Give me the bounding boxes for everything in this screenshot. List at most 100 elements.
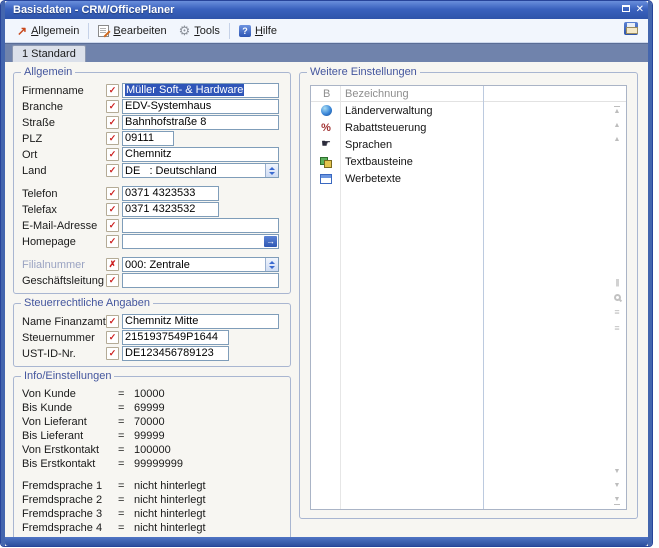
- edit-check-icon[interactable]: ✓: [106, 235, 119, 248]
- firmenname-input[interactable]: Müller Soft- & Hardware: [122, 83, 279, 98]
- field-label: UST-ID-Nr.: [22, 348, 106, 360]
- close-window-icon[interactable]: ✕: [636, 4, 644, 16]
- dropdown-spinner-icon[interactable]: [265, 258, 278, 271]
- field-plz: PLZ ✓ 09111: [22, 131, 284, 146]
- settings-list: B Bezeichnung Länderverwaltung % Rabatts…: [310, 85, 627, 510]
- edit-check-icon[interactable]: ✓: [106, 116, 119, 129]
- field-branche: Branche ✓ EDV-Systemhaus: [22, 99, 284, 114]
- column-header-bezeichnung: Bezeichnung: [345, 88, 626, 100]
- info-row: Von Kunde=10000: [22, 387, 284, 401]
- homepage-input[interactable]: www.Müller-Soft-und-Hardware.de →: [122, 234, 279, 249]
- edit-check-icon[interactable]: ✓: [106, 100, 119, 113]
- list-item-textbausteine[interactable]: Textbausteine: [311, 153, 626, 170]
- info-row: Bis Lieferant=99999: [22, 429, 284, 443]
- edit-check-icon[interactable]: ✓: [106, 203, 119, 216]
- filialnummer-select[interactable]: 000: Zentrale: [122, 257, 279, 272]
- restore-window-icon[interactable]: [622, 4, 630, 16]
- edit-check-icon[interactable]: ✓: [106, 187, 119, 200]
- edit-check-icon[interactable]: ✓: [106, 84, 119, 97]
- sort-lines-icon[interactable]: ≡: [614, 308, 619, 317]
- list-item-werbetexte[interactable]: Werbetexte: [311, 170, 626, 187]
- field-label: Name Finanzamt: [22, 316, 106, 328]
- equals-sign: =: [118, 458, 134, 470]
- ort-input[interactable]: Chemnitz: [122, 147, 279, 162]
- steuernummer-input[interactable]: 2151937549P1644: [122, 330, 229, 345]
- branche-input[interactable]: EDV-Systemhaus: [122, 99, 279, 114]
- menu-bearbeiten[interactable]: Bearbeiten: [92, 23, 172, 39]
- equals-sign: =: [118, 494, 134, 506]
- app-window: Basisdaten - CRM/OfficePlaner ✕ ↗ Allgem…: [1, 1, 652, 546]
- edit-check-icon[interactable]: ✓: [106, 219, 119, 232]
- text-blocks-icon: [320, 156, 332, 168]
- panel-info: Info/Einstellungen Von Kunde=10000 Bis K…: [13, 376, 291, 537]
- equals-sign: =: [118, 522, 134, 534]
- menu-hilfe[interactable]: ? Hilfe: [233, 23, 283, 39]
- filter-lines-icon[interactable]: ≡: [614, 324, 619, 333]
- sign-language-icon: ☛: [321, 139, 331, 150]
- plz-input[interactable]: 09111: [122, 131, 174, 146]
- save-floppy-icon: [624, 22, 638, 35]
- edit-check-icon[interactable]: ✓: [106, 347, 119, 360]
- tools-gear-icon: ⚙: [179, 24, 191, 37]
- info-row: Fremdsprache 2=nicht hinterlegt: [22, 493, 284, 507]
- window-title: Basisdaten - CRM/OfficePlaner: [13, 4, 622, 16]
- edit-check-icon[interactable]: ✓: [106, 132, 119, 145]
- strasse-input[interactable]: Bahnhofstraße 8: [122, 115, 279, 130]
- field-telefon: Telefon ✓ 0371 4323533: [22, 186, 284, 201]
- field-label: Homepage: [22, 236, 106, 248]
- menu-tools[interactable]: ⚙ Tools: [173, 22, 226, 39]
- edit-check-icon[interactable]: ✓: [106, 148, 119, 161]
- move-up-icon[interactable]: ▲: [614, 136, 621, 143]
- equals-sign: =: [118, 402, 134, 414]
- list-header: B Bezeichnung: [311, 86, 626, 102]
- field-label: Straße: [22, 117, 106, 129]
- field-steuernummer: Steuernummer ✓ 2151937549P1644: [22, 330, 284, 345]
- menu-allgemein[interactable]: ↗ Allgemein: [11, 23, 85, 39]
- save-button[interactable]: [620, 19, 642, 43]
- geschaeftsleitung-input[interactable]: [122, 273, 279, 288]
- info-row: Fremdsprache 4=nicht hinterlegt: [22, 521, 284, 535]
- info-row: Von Lieferant=70000: [22, 415, 284, 429]
- panel-steuer: Steuerrechtliche Angaben Name Finanzamt …: [13, 303, 291, 367]
- finanzamt-input[interactable]: Chemnitz Mitte: [122, 314, 279, 329]
- columns-icon[interactable]: |||: [615, 278, 618, 287]
- titlebar: Basisdaten - CRM/OfficePlaner ✕: [5, 1, 648, 19]
- list-item-rabattsteuerung[interactable]: % Rabattsteuerung: [311, 119, 626, 136]
- toolbar-separator: [88, 23, 89, 39]
- edit-check-icon[interactable]: ✓: [106, 274, 119, 287]
- edit-check-icon[interactable]: ✓: [106, 331, 119, 344]
- scroll-to-top-icon[interactable]: ▲: [614, 106, 621, 115]
- tab-standard[interactable]: 1 Standard: [12, 45, 86, 62]
- field-label: Branche: [22, 101, 106, 113]
- email-input[interactable]: [122, 218, 279, 233]
- open-url-icon[interactable]: →: [264, 236, 277, 247]
- scroll-to-bottom-icon[interactable]: ▼: [614, 496, 621, 505]
- globe-icon: [321, 105, 332, 116]
- field-label: Telefax: [22, 204, 106, 216]
- page-down-icon[interactable]: ▼: [614, 482, 621, 489]
- group-title: Steuerrechtliche Angaben: [21, 297, 153, 309]
- ustid-input[interactable]: DE123456789123: [122, 346, 229, 361]
- field-ustid: UST-ID-Nr. ✓ DE123456789123: [22, 346, 284, 361]
- field-ort: Ort ✓ Chemnitz: [22, 147, 284, 162]
- page-up-icon[interactable]: ▲: [614, 122, 621, 129]
- edit-check-icon[interactable]: ✓: [106, 164, 119, 177]
- group-title: Info/Einstellungen: [21, 370, 114, 382]
- delete-cross-icon[interactable]: ✗: [106, 258, 119, 271]
- field-label: E-Mail-Adresse: [22, 220, 106, 232]
- land-select[interactable]: DE : Deutschland: [122, 163, 279, 178]
- telefax-input[interactable]: 0371 4323532: [122, 202, 219, 217]
- group-title: Allgemein: [21, 66, 75, 78]
- list-item-laenderverwaltung[interactable]: Länderverwaltung: [311, 102, 626, 119]
- dropdown-spinner-icon[interactable]: [265, 164, 278, 177]
- group-title: Weitere Einstellungen: [307, 66, 420, 78]
- search-icon[interactable]: [614, 294, 621, 301]
- telefon-input[interactable]: 0371 4323533: [122, 186, 219, 201]
- info-row: Fremdsprache 3=nicht hinterlegt: [22, 507, 284, 521]
- move-down-icon[interactable]: ▼: [614, 468, 621, 475]
- edit-check-icon[interactable]: ✓: [106, 315, 119, 328]
- field-finanzamt: Name Finanzamt ✓ Chemnitz Mitte: [22, 314, 284, 329]
- field-label: Ort: [22, 149, 106, 161]
- list-item-sprachen[interactable]: ☛ Sprachen: [311, 136, 626, 153]
- help-icon: ?: [239, 25, 251, 37]
